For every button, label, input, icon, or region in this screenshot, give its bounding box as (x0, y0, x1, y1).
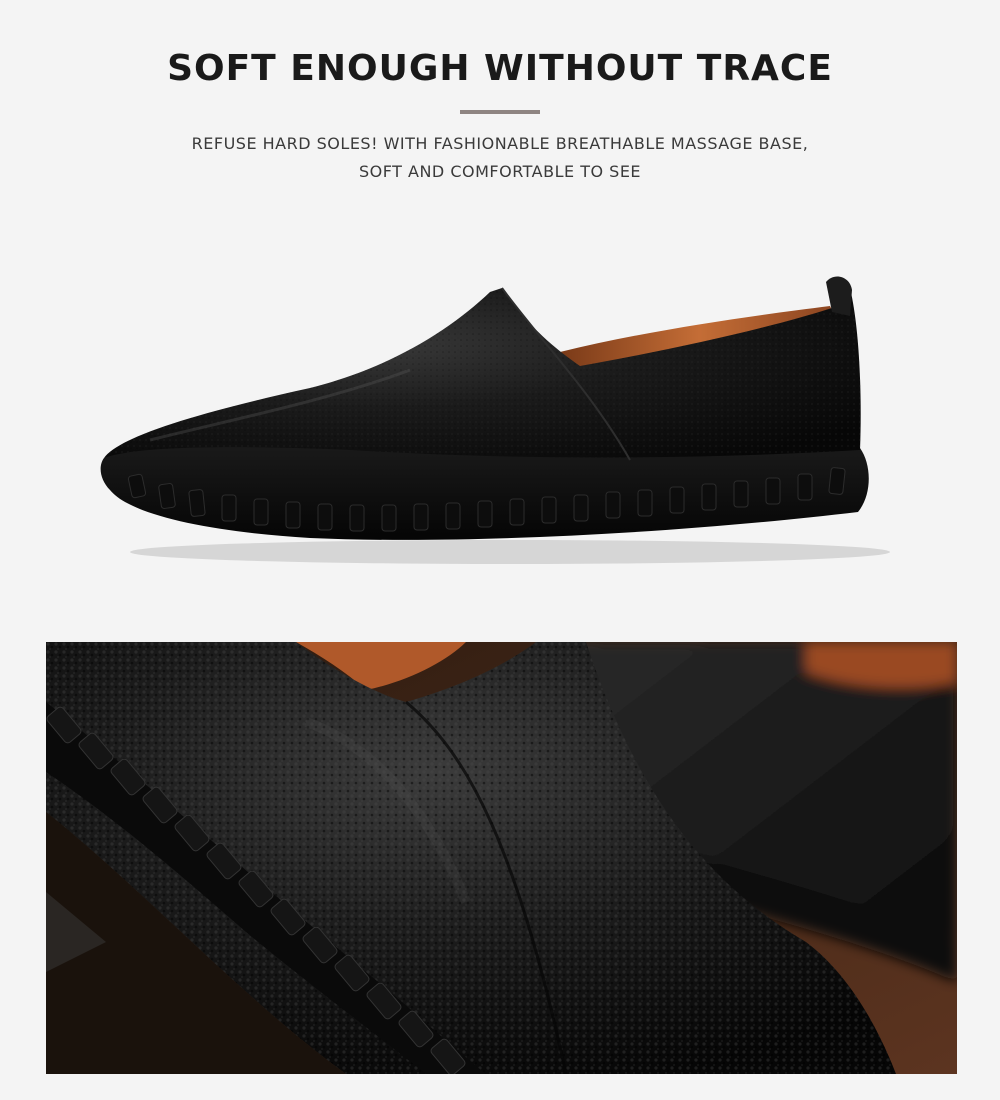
product-detail-page: SOFT ENOUGH WITHOUT TRACE REFUSE HARD SO… (0, 0, 1000, 1100)
section-description-line-2: SOFT AND COMFORTABLE TO SEE (358, 162, 642, 181)
leather-closeup-photo (46, 642, 957, 1074)
title-underline (460, 110, 540, 114)
section-description-line-1: REFUSE HARD SOLES! WITH FASHIONABLE BREA… (191, 134, 809, 153)
loafer-side-view-photo (100, 276, 890, 564)
section-title: SOFT ENOUGH WITHOUT TRACE (167, 48, 833, 89)
